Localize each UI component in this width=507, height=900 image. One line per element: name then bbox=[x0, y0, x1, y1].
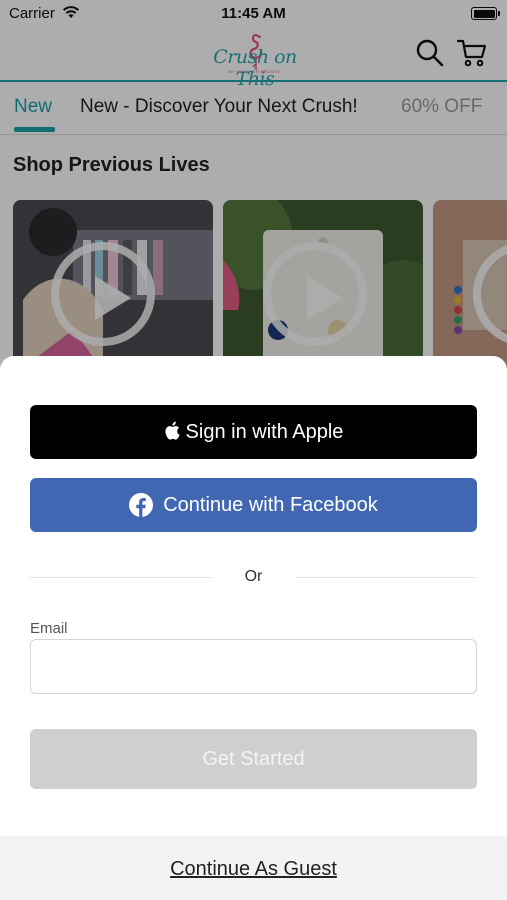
guest-bar: Continue As Guest bbox=[0, 836, 507, 900]
facebook-button-label: Continue with Facebook bbox=[163, 493, 378, 516]
continue-as-guest-link[interactable]: Continue As Guest bbox=[0, 858, 507, 881]
login-sheet: Sign in with Apple Continue with Faceboo… bbox=[0, 356, 507, 900]
email-label: Email bbox=[30, 620, 68, 637]
or-divider: Or bbox=[30, 566, 477, 590]
apple-icon bbox=[164, 421, 180, 440]
or-label: Or bbox=[244, 568, 263, 585]
continue-with-facebook-button[interactable]: Continue with Facebook bbox=[30, 478, 477, 532]
apple-button-label: Sign in with Apple bbox=[185, 420, 344, 443]
get-started-label: Get Started bbox=[202, 747, 305, 770]
facebook-icon bbox=[129, 493, 154, 517]
get-started-button[interactable]: Get Started bbox=[30, 729, 477, 789]
email-field[interactable] bbox=[30, 639, 477, 694]
sign-in-with-apple-button[interactable]: Sign in with Apple bbox=[30, 405, 477, 459]
